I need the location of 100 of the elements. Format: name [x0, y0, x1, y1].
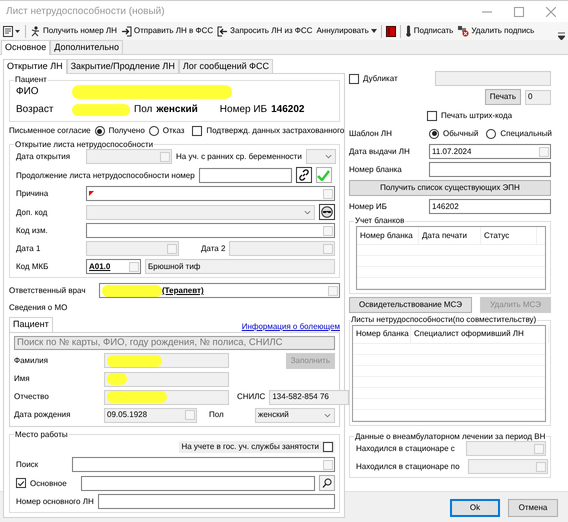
- input-field[interactable]: [98, 494, 335, 510]
- field-label: Письменное согласие: [9, 126, 91, 136]
- checkbox-label: Дубликат: [363, 74, 398, 84]
- radio-button[interactable]: [148, 126, 159, 136]
- column-header: Статус: [481, 226, 537, 244]
- search-button[interactable]: [319, 475, 335, 492]
- input-field[interactable]: 09.05.1928: [104, 408, 197, 423]
- field-label: Доп. код: [16, 208, 48, 218]
- remove-icon: [457, 25, 470, 37]
- maximize-icon[interactable]: [514, 6, 524, 16]
- input-field[interactable]: [86, 241, 179, 256]
- get-list-button[interactable]: Получить список существующих ЭПН: [349, 180, 551, 196]
- figure-icon: [30, 26, 41, 36]
- book-icon[interactable]: [386, 26, 396, 36]
- input-field[interactable]: [86, 223, 335, 238]
- field-label: Номер ИБ: [220, 104, 268, 116]
- input-field[interactable]: (Терапевт): [99, 283, 340, 298]
- field-label: Пол: [134, 104, 152, 116]
- checkbox-label: На учете в гос. уч. службы занятости: [181, 442, 319, 452]
- group-title: Учет бланков: [354, 217, 406, 226]
- toolbar-dropdown[interactable]: Аннулировать: [315, 25, 378, 37]
- overflow-icon[interactable]: [558, 32, 565, 40]
- field-label: Отчество: [14, 392, 50, 402]
- radio-button[interactable]: [429, 128, 439, 138]
- checkbox-label: Печать штрих-кода: [441, 110, 512, 120]
- checkbox[interactable]: [192, 126, 202, 136]
- field-label: Пол: [209, 410, 225, 420]
- redaction-mark: [107, 354, 162, 367]
- field-label: Возраст: [16, 104, 54, 116]
- input-field[interactable]: [468, 459, 548, 474]
- input-field[interactable]: [435, 71, 551, 86]
- input-field[interactable]: 134-582-854 76: [269, 390, 350, 405]
- tab[interactable]: Закрытие/Продление ЛН: [66, 59, 179, 73]
- tab[interactable]: Основное: [1, 40, 50, 55]
- toolbar-button[interactable]: Удалить подпись: [456, 24, 536, 38]
- input-field[interactable]: [229, 241, 335, 256]
- tab[interactable]: Пациент: [9, 317, 53, 332]
- input-field[interactable]: [72, 457, 335, 472]
- field-label: Код МКБ: [16, 262, 50, 272]
- tab[interactable]: Дополнительно: [50, 40, 124, 54]
- group-title: Пациент: [14, 76, 48, 85]
- checkbox[interactable]: [349, 74, 359, 84]
- toolbar-button[interactable]: Получить номер ЛН: [29, 24, 118, 38]
- input-field[interactable]: Брюшной тиф: [145, 259, 335, 274]
- input-field[interactable]: [86, 149, 172, 164]
- redaction-mark: [107, 391, 167, 404]
- group-title: Открытие листа нетрудоспособности: [14, 140, 154, 150]
- checkbox-label: Подтвержд. данных застрахованного: [206, 126, 344, 136]
- field-label: СНИЛС: [237, 392, 266, 402]
- tab[interactable]: Лог сообщений ФСС: [178, 59, 273, 73]
- ok-button[interactable]: Ok: [450, 498, 500, 516]
- input-field[interactable]: [104, 372, 229, 387]
- input-field[interactable]: [466, 441, 546, 456]
- chevron-icon: [304, 210, 311, 215]
- radio-label: Обычный: [443, 128, 478, 138]
- mse-button[interactable]: Освидетельствование МСЭ: [349, 296, 472, 313]
- checkbox[interactable]: [323, 442, 333, 452]
- toolbar-button[interactable]: Отправить ЛН в ФСС: [120, 24, 214, 38]
- input-field[interactable]: [86, 186, 335, 202]
- required-marker: [89, 191, 94, 196]
- checkbox[interactable]: [16, 478, 26, 488]
- link[interactable]: Информация о болеющем: [242, 322, 340, 332]
- cancel-button[interactable]: Отмена: [508, 498, 558, 516]
- input-field[interactable]: 11.07.2024: [429, 144, 551, 159]
- search-field[interactable]: Поиск по № карты, ФИО, году рождения, № полиса, СНИЛС: [14, 336, 335, 350]
- radio-button[interactable]: [94, 126, 105, 136]
- field-label: На уч. с ранних ср. беременности: [176, 152, 302, 162]
- input-field[interactable]: [198, 168, 292, 183]
- chevron-icon: [324, 412, 331, 418]
- document-icon[interactable]: [3, 26, 21, 36]
- input-field[interactable]: [429, 162, 551, 177]
- field-value: 146202: [271, 104, 304, 116]
- field-label: Номер ИБ: [349, 202, 388, 212]
- checkbox[interactable]: [427, 110, 437, 120]
- field-label: Фамилия: [14, 356, 49, 366]
- toolbar-button[interactable]: Запросить ЛН из ФСС: [216, 24, 314, 38]
- input-field[interactable]: 146202: [429, 199, 551, 214]
- field-label: Дата выдачи ЛН: [349, 146, 411, 156]
- lookup-button[interactable]: [319, 204, 335, 220]
- input-field[interactable]: [104, 390, 229, 405]
- input-field[interactable]: A01.0: [86, 259, 141, 274]
- window-title: Лист нетрудоспособности (новый): [6, 6, 165, 18]
- input-field[interactable]: [80, 476, 315, 491]
- field-label: ФИО: [16, 86, 40, 98]
- field-label: Дата 1: [16, 244, 42, 254]
- close-icon[interactable]: [546, 6, 556, 16]
- dropdown[interactable]: женский: [255, 408, 335, 423]
- field-label: Дата рождения: [14, 410, 72, 420]
- redaction-mark: [72, 104, 130, 116]
- radio-label: Отказ: [162, 126, 184, 136]
- print-button[interactable]: Печать: [484, 89, 521, 105]
- input-field[interactable]: [104, 353, 229, 368]
- field-label: Дата открытия: [16, 152, 72, 162]
- input-field[interactable]: 0: [525, 90, 551, 104]
- tab[interactable]: Открытие ЛН: [3, 59, 67, 74]
- chevron-icon: [324, 154, 332, 160]
- toolbar-button[interactable]: Подписать: [404, 24, 454, 38]
- radio-button[interactable]: [486, 128, 496, 138]
- field-label: Причина: [16, 189, 50, 199]
- link-button[interactable]: [296, 167, 312, 184]
